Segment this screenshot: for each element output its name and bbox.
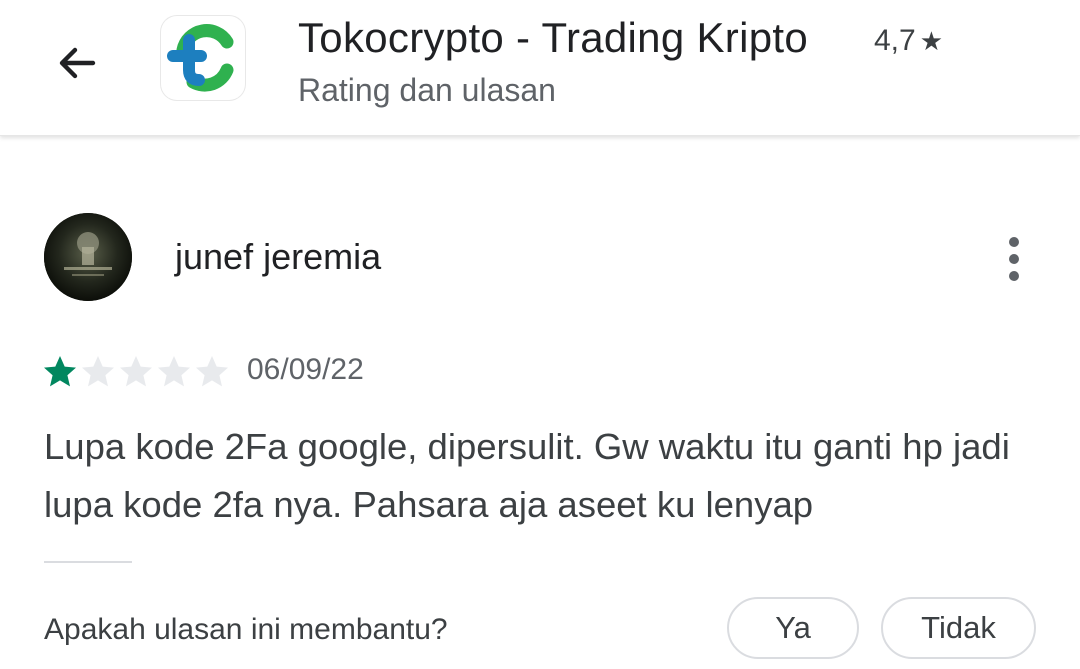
avatar[interactable] — [44, 213, 132, 301]
star-rating — [42, 354, 230, 390]
rating-value: 4,7 — [874, 24, 916, 57]
helpful-yes-button[interactable]: Ya — [727, 597, 859, 659]
divider — [44, 561, 132, 563]
more-options-button[interactable] — [992, 234, 1036, 284]
star-icon: ★ — [919, 25, 944, 56]
arrow-back-icon — [59, 47, 96, 79]
helpful-question: Apakah ulasan ini membantu? — [44, 613, 448, 646]
star-filled-icon — [44, 356, 76, 387]
review-date: 06/09/22 — [247, 353, 364, 386]
app-title: Tokocrypto - Trading Kripto — [298, 14, 808, 61]
page-subtitle: Rating dan ulasan — [298, 72, 556, 108]
tokocrypto-logo-icon — [167, 24, 234, 92]
app-header: Tokocrypto - Trading Kripto 4,7 ★ Rating… — [0, 0, 1080, 136]
review-text: Lupa kode 2Fa google, dipersulit. Gw wak… — [44, 426, 1010, 525]
more-vert-icon — [1009, 237, 1019, 247]
back-button[interactable] — [44, 30, 110, 96]
star-empty-icon — [196, 356, 228, 387]
star-empty-icon — [120, 356, 152, 387]
reviewer-name: junef jeremia — [175, 236, 382, 277]
helpful-no-button[interactable]: Tidak — [881, 597, 1036, 659]
more-vert-icon-dot — [1009, 254, 1019, 264]
avatar-image — [44, 213, 132, 301]
star-empty-icon — [82, 356, 114, 387]
more-vert-icon-dot — [1009, 271, 1019, 281]
star-empty-icon — [158, 356, 190, 387]
app-icon[interactable] — [161, 16, 245, 100]
app-rating: 4,7 ★ — [874, 24, 943, 58]
